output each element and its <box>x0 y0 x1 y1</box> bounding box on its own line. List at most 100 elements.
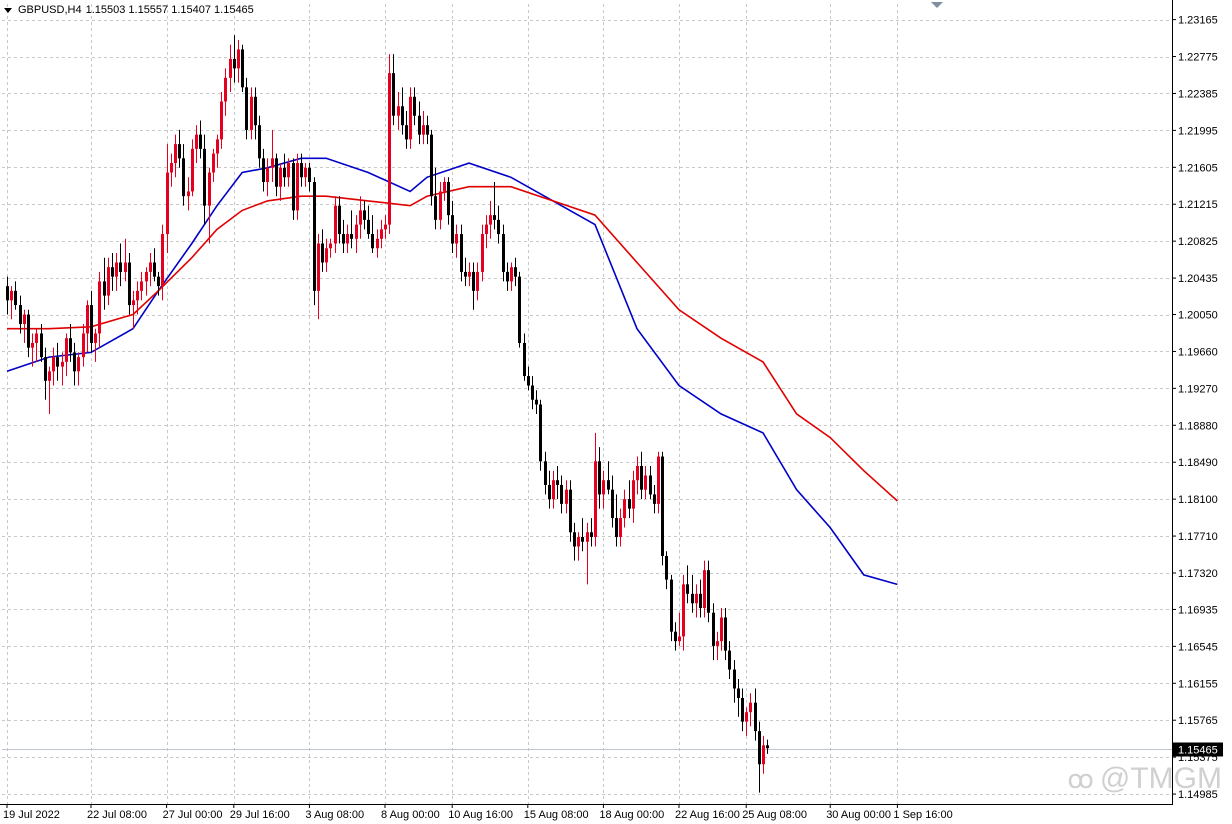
bull-candle <box>565 480 568 514</box>
price-tick-label: 1.17320 <box>1178 568 1218 580</box>
bull-candle <box>77 352 80 386</box>
candle-body <box>439 191 442 220</box>
bear-candle <box>233 35 236 83</box>
bear-candle <box>754 688 757 741</box>
chart-window[interactable]: 1.23165 1.22775 1.22385 1.21995 1.21605 1.212… <box>0 0 1232 824</box>
symbol-header: GBPUSD,H4 1.15503 1.15557 1.15407 1.1546… <box>4 4 254 16</box>
bear-candle <box>724 608 727 661</box>
time-tick-label: 22 Jul 08:00 <box>87 809 147 821</box>
candle-body <box>359 210 362 225</box>
time-axis[interactable]: 19 Jul 2022 22 Jul 08:00 27 Jul 00:00 29 Ju… <box>3 804 953 821</box>
bull-candle <box>552 470 555 509</box>
bear-candle <box>363 200 366 230</box>
candle-body <box>724 617 727 651</box>
time-tick-label: 10 Aug 16:00 <box>448 809 513 821</box>
candle-body <box>527 376 530 386</box>
candle-body <box>569 489 572 533</box>
bull-candle <box>485 215 488 249</box>
candle-body <box>380 229 383 239</box>
bear-candle <box>699 579 702 618</box>
candle-body <box>741 697 744 722</box>
candle-body <box>132 300 135 306</box>
candle-body <box>539 404 542 462</box>
candle-body <box>342 234 345 244</box>
candle-body <box>628 499 631 509</box>
bear-candle <box>321 229 324 272</box>
bear-candle <box>707 560 710 623</box>
bear-candle <box>506 262 509 291</box>
time-tick-label: 3 Aug 08:00 <box>305 809 364 821</box>
bear-candle <box>6 276 9 315</box>
candle-body <box>258 125 261 159</box>
candle-body <box>313 181 316 291</box>
bear-candle <box>128 252 131 315</box>
candle-body <box>178 144 181 159</box>
bull-candle <box>720 608 723 651</box>
price-tick-label: 1.18490 <box>1178 457 1218 469</box>
candle-body <box>737 688 740 698</box>
bull-candle <box>632 470 635 523</box>
bull-candle <box>161 224 164 301</box>
candle-body <box>552 480 555 500</box>
candle-body <box>682 584 685 637</box>
price-tick-label: 1.17710 <box>1178 531 1218 543</box>
candle-body <box>531 385 534 400</box>
candle-body <box>611 489 614 519</box>
bear-candle <box>766 739 769 754</box>
bull-candle <box>115 252 118 291</box>
bear-candle <box>178 129 181 168</box>
bull-candle <box>86 300 89 353</box>
bull-candle <box>355 215 358 253</box>
bear-candle <box>292 158 295 220</box>
time-tick-label: 8 Aug 00:00 <box>381 809 440 821</box>
bull-candle <box>376 229 379 258</box>
chart-shift-marker-icon[interactable] <box>931 2 943 8</box>
price-tick-label: 1.15765 <box>1178 715 1218 727</box>
candle-body <box>745 712 748 722</box>
candle-body <box>266 167 269 182</box>
candle-body <box>69 338 72 353</box>
bull-candle <box>237 39 240 83</box>
bear-candle <box>245 77 248 140</box>
price-axis[interactable]: 1.23165 1.22775 1.22385 1.21995 1.21605 1.212… <box>1172 15 1218 801</box>
candle-body <box>590 532 593 538</box>
bear-candle <box>556 466 559 500</box>
price-chart[interactable]: 1.23165 1.22775 1.22385 1.21995 1.21605 1.212… <box>0 0 1232 824</box>
candle-body <box>481 234 484 272</box>
candle-body <box>31 342 34 348</box>
bull-candle <box>229 44 232 93</box>
bear-candle <box>367 205 370 239</box>
candle-body <box>61 361 64 367</box>
candle-body <box>208 172 211 206</box>
bear-candle <box>581 518 584 552</box>
price-tick-label: 1.16155 <box>1178 678 1218 690</box>
candle-body <box>161 234 164 287</box>
price-tick-label: 1.20435 <box>1178 273 1218 285</box>
candle-body <box>430 134 433 197</box>
bull-candle <box>619 508 622 547</box>
candle-body <box>140 281 143 291</box>
candle-body <box>720 617 723 642</box>
bull-candle <box>716 631 719 661</box>
candle-body <box>216 139 219 154</box>
bull-candle <box>682 574 685 651</box>
candle-body <box>619 518 622 538</box>
candle-body <box>506 271 509 282</box>
candle-body <box>535 399 538 405</box>
bear-candle <box>203 134 206 225</box>
bear-candle <box>371 215 374 253</box>
candle-body <box>502 234 505 272</box>
bear-candle <box>615 494 618 547</box>
candle-body <box>766 745 769 749</box>
bull-candle <box>468 262 471 287</box>
bear-candle <box>392 54 395 126</box>
candle-body <box>653 494 656 504</box>
candle-body <box>237 49 240 69</box>
bear-candle <box>451 200 454 253</box>
candle-body <box>581 537 584 542</box>
chart-menu-icon[interactable] <box>4 7 12 13</box>
candle-body <box>397 106 400 116</box>
price-tick-label: 1.23165 <box>1178 15 1218 27</box>
price-tick-label: 1.16545 <box>1178 641 1218 653</box>
bear-candle <box>69 324 72 362</box>
